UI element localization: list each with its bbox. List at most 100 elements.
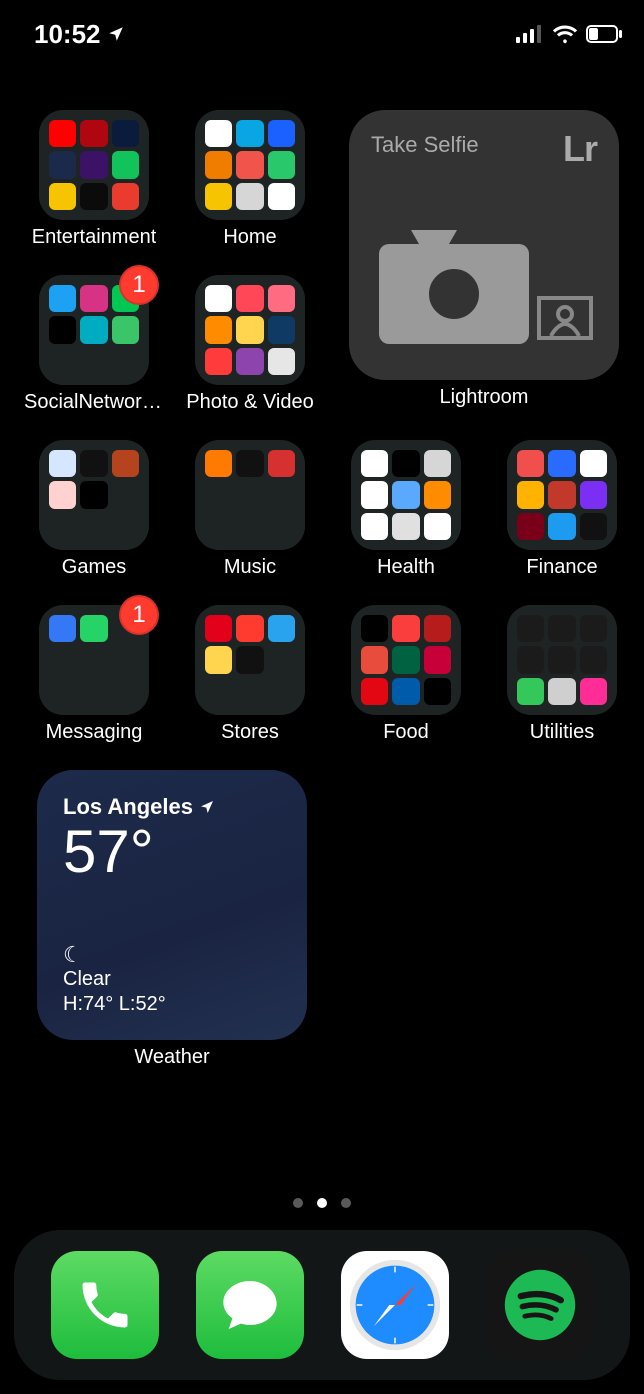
mini-app-icon xyxy=(268,183,295,210)
page-indicator[interactable] xyxy=(0,1198,644,1208)
mini-app-icon xyxy=(49,285,76,312)
weather-tile[interactable]: Los Angeles 57° ☾ Clear H:74° L:52° xyxy=(37,770,307,1040)
folder-label: Finance xyxy=(526,556,597,579)
folder-socialnetworking[interactable]: 1 SocialNetworki… xyxy=(28,275,160,414)
mini-app-icon xyxy=(236,615,263,642)
dock-app-spotify[interactable] xyxy=(486,1251,594,1359)
mini-app-icon xyxy=(205,151,232,178)
mini-app-icon xyxy=(112,120,139,147)
folder-tile[interactable] xyxy=(195,605,305,715)
mini-app-icon xyxy=(517,678,544,705)
folder-tile[interactable] xyxy=(195,275,305,385)
folder-label: Photo & Video xyxy=(186,391,314,414)
dock-app-safari[interactable] xyxy=(341,1251,449,1359)
folder-tile[interactable] xyxy=(351,605,461,715)
folder-tile[interactable]: 1 xyxy=(39,605,149,715)
folder-games[interactable]: Games xyxy=(28,440,160,579)
lightroom-tile[interactable]: Take Selfie Lr xyxy=(349,110,619,380)
mini-app-icon xyxy=(205,348,232,375)
folder-utilities[interactable]: Utilities xyxy=(496,605,628,744)
widget-label: Lightroom xyxy=(440,386,529,409)
mini-app-icon xyxy=(548,481,575,508)
mini-app-icon xyxy=(517,513,544,540)
mini-app-icon xyxy=(580,678,607,705)
mini-app-icon xyxy=(268,285,295,312)
widget-label: Weather xyxy=(134,1046,209,1069)
folder-tile[interactable]: 1 xyxy=(39,275,149,385)
folder-tile[interactable] xyxy=(507,440,617,550)
folder-label: Utilities xyxy=(530,721,594,744)
folder-label: Stores xyxy=(221,721,279,744)
mini-app-icon xyxy=(580,481,607,508)
mini-app-icon xyxy=(424,513,451,540)
folder-finance[interactable]: Finance xyxy=(496,440,628,579)
folder-food[interactable]: Food xyxy=(340,605,472,744)
mini-app-icon xyxy=(548,615,575,642)
mini-app-icon xyxy=(361,481,388,508)
dock xyxy=(14,1230,630,1380)
mini-app-icon xyxy=(580,450,607,477)
battery-icon xyxy=(586,25,622,43)
folder-stores[interactable]: Stores xyxy=(184,605,316,744)
folder-entertainment[interactable]: Entertainment xyxy=(28,110,160,249)
mini-app-icon xyxy=(424,646,451,673)
mini-app-icon xyxy=(112,183,139,210)
folder-label: Home xyxy=(223,226,276,249)
wifi-icon xyxy=(552,24,578,44)
mini-app-icon xyxy=(580,513,607,540)
mini-app-icon xyxy=(548,678,575,705)
mini-app-icon xyxy=(361,678,388,705)
mini-app-icon xyxy=(112,151,139,178)
folder-tile[interactable] xyxy=(195,440,305,550)
folder-label: Messaging xyxy=(46,721,143,744)
notification-badge: 1 xyxy=(119,595,159,635)
mini-app-icon xyxy=(517,450,544,477)
folder-tile[interactable] xyxy=(507,605,617,715)
mini-app-icon xyxy=(392,678,419,705)
notification-badge: 1 xyxy=(119,265,159,305)
mini-app-icon xyxy=(80,151,107,178)
weather-hi-lo: H:74° L:52° xyxy=(63,993,281,1016)
status-bar: 10:52 xyxy=(0,0,644,60)
mini-app-icon xyxy=(205,646,232,673)
folder-label: SocialNetworki… xyxy=(24,391,164,414)
weather-condition: Clear xyxy=(63,968,281,991)
mini-app-icon xyxy=(392,513,419,540)
mini-app-icon xyxy=(392,646,419,673)
mini-app-icon xyxy=(361,615,388,642)
mini-app-icon xyxy=(49,316,76,343)
widget-weather[interactable]: Los Angeles 57° ☾ Clear H:74° L:52° Weat… xyxy=(28,770,316,1069)
folder-tile[interactable] xyxy=(195,110,305,220)
folder-health[interactable]: Health xyxy=(340,440,472,579)
mini-app-icon xyxy=(392,450,419,477)
mini-app-icon xyxy=(268,348,295,375)
weather-location-text: Los Angeles xyxy=(63,794,193,820)
folder-music[interactable]: Music xyxy=(184,440,316,579)
mini-app-icon xyxy=(236,348,263,375)
mini-app-icon xyxy=(80,481,107,508)
folder-tile[interactable] xyxy=(351,440,461,550)
folder-tile[interactable] xyxy=(39,440,149,550)
page-dot-active[interactable] xyxy=(317,1198,327,1208)
folder-home[interactable]: Home xyxy=(184,110,316,249)
folder-label: Health xyxy=(377,556,435,579)
messages-icon xyxy=(218,1273,282,1337)
weather-location: Los Angeles xyxy=(63,794,281,820)
mini-app-icon xyxy=(49,615,76,642)
mini-app-icon xyxy=(361,450,388,477)
widget-lightroom[interactable]: Take Selfie Lr Lightroom xyxy=(340,110,628,414)
spotify-icon xyxy=(500,1265,580,1345)
page-dot[interactable] xyxy=(341,1198,351,1208)
folder-messaging[interactable]: 1 Messaging xyxy=(28,605,160,744)
folder-photo-video[interactable]: Photo & Video xyxy=(184,275,316,414)
mini-app-icon xyxy=(80,450,107,477)
photo-icon xyxy=(537,296,593,340)
dock-app-messages[interactable] xyxy=(196,1251,304,1359)
mini-app-icon xyxy=(49,450,76,477)
page-dot[interactable] xyxy=(293,1198,303,1208)
dock-app-phone[interactable] xyxy=(51,1251,159,1359)
folder-tile[interactable] xyxy=(39,110,149,220)
lightroom-logo-text: Lr xyxy=(563,128,597,170)
safari-icon xyxy=(347,1257,443,1353)
mini-app-icon xyxy=(236,646,263,673)
